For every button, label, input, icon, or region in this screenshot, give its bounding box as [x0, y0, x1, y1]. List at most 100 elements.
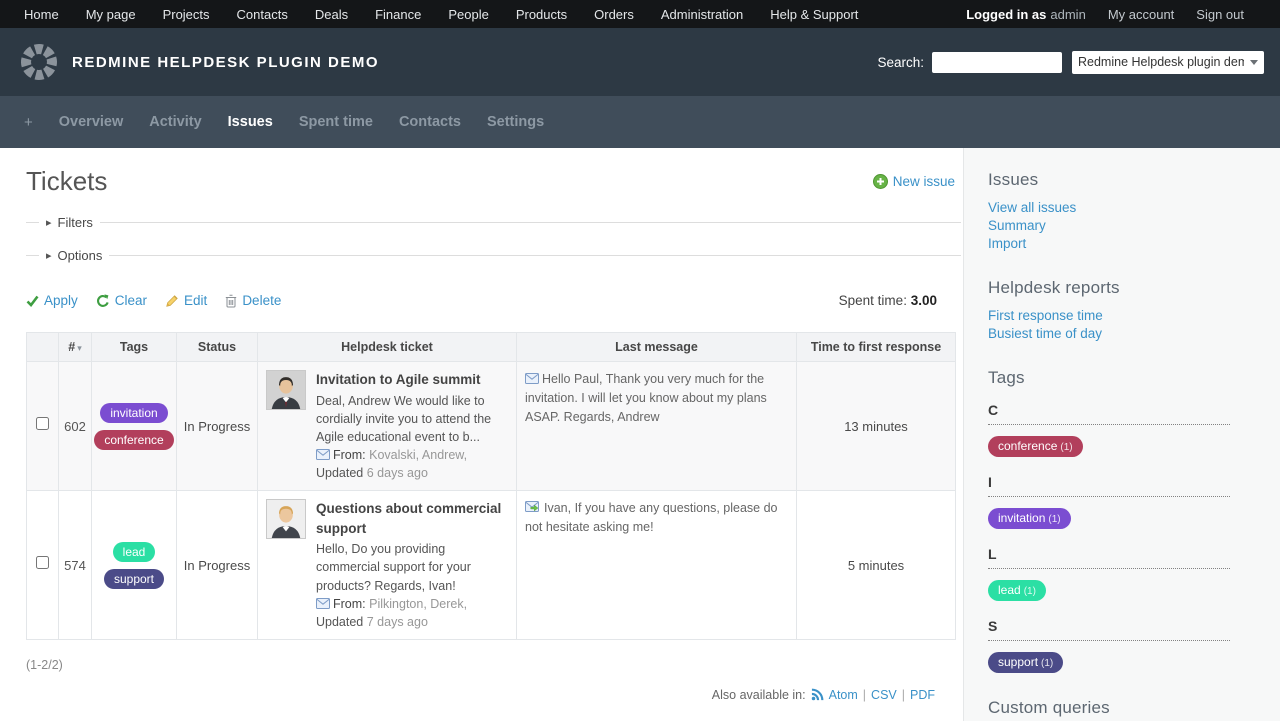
collapsed-arrow-icon: ▸ — [46, 249, 52, 262]
last-message-cell: Ivan, If you have any questions, please … — [525, 499, 787, 537]
sidebar-import-link[interactable]: Import — [988, 236, 1026, 251]
tab-activity[interactable]: Activity — [149, 114, 201, 130]
column-header-status[interactable]: Status — [177, 333, 258, 362]
rss-icon — [811, 688, 824, 701]
tag-badge: lead — [113, 542, 156, 562]
ticket-id-link[interactable]: 574 — [64, 558, 86, 573]
plus-circle-icon — [873, 174, 888, 189]
envelope-icon — [525, 373, 539, 384]
sidebar-tag-conference[interactable]: conference(1) — [988, 436, 1083, 457]
sidebar-tag-invitation[interactable]: invitation(1) — [988, 508, 1071, 529]
tab-contacts[interactable]: Contacts — [399, 114, 461, 130]
updated-ago: 6 days ago — [367, 466, 428, 480]
sidebar-first-response-time-link[interactable]: First response time — [988, 308, 1103, 323]
menu-contacts[interactable]: Contacts — [237, 7, 288, 22]
avatar — [266, 370, 306, 410]
new-issue-button[interactable]: New issue — [873, 174, 955, 189]
status-cell: In Progress — [177, 491, 258, 640]
envelope-icon — [316, 598, 330, 609]
sidebar-tag-support[interactable]: support(1) — [988, 652, 1063, 673]
sort-desc-icon: ▾ — [77, 343, 82, 353]
status-cell: In Progress — [177, 362, 258, 491]
my-account-link[interactable]: My account — [1108, 7, 1174, 22]
tab-issues[interactable]: Issues — [228, 114, 273, 130]
menu-finance[interactable]: Finance — [375, 7, 421, 22]
sidebar-custom-queries-heading: Custom queries — [988, 698, 1230, 718]
sidebar-summary-link[interactable]: Summary — [988, 218, 1046, 233]
menu-products[interactable]: Products — [516, 7, 567, 22]
project-selector-dropdown[interactable]: Redmine Helpdesk plugin demo — [1072, 51, 1264, 74]
column-header-ticket: Helpdesk ticket — [258, 333, 517, 362]
tag-group-letter: L — [988, 546, 1230, 569]
menu-projects[interactable]: Projects — [163, 7, 210, 22]
delete-button[interactable]: Delete — [225, 293, 281, 308]
menu-deals[interactable]: Deals — [315, 7, 348, 22]
tab-settings[interactable]: Settings — [487, 114, 544, 130]
select-all-header[interactable] — [27, 333, 59, 362]
sidebar-busiest-time-link[interactable]: Busiest time of day — [988, 326, 1102, 341]
sidebar-view-all-issues-link[interactable]: View all issues — [988, 200, 1076, 215]
avatar — [266, 499, 306, 539]
ticket-row-574[interactable]: 574 lead support In Progress — [27, 491, 956, 640]
spent-time-total: Spent time: 3.00 — [839, 293, 937, 308]
tab-spent-time[interactable]: Spent time — [299, 114, 373, 130]
atom-export-link[interactable]: Atom — [829, 688, 858, 702]
pencil-icon — [165, 294, 179, 308]
tag-group-letter: C — [988, 402, 1230, 425]
edit-button[interactable]: Edit — [165, 293, 207, 308]
trash-icon — [225, 294, 237, 308]
ticket-id-link[interactable]: 602 — [64, 419, 86, 434]
csv-export-link[interactable]: CSV — [871, 688, 897, 702]
updated-ago: 7 days ago — [367, 615, 428, 629]
ticket-title-link[interactable]: Invitation to Agile summit — [316, 370, 508, 390]
app-logo-icon — [16, 39, 62, 85]
global-menu: Home My page Projects Contacts Deals Fin… — [24, 7, 858, 22]
app-title: REDMINE HELPDESK PLUGIN DEMO — [72, 54, 379, 71]
collapsed-arrow-icon: ▸ — [46, 216, 52, 229]
row-checkbox[interactable] — [36, 417, 49, 430]
search-input[interactable] — [932, 52, 1062, 73]
sidebar: Issues View all issues Summary Import He… — [963, 148, 1280, 721]
tag-badge: support — [104, 569, 164, 589]
project-menu: + Overview Activity Issues Spent time Co… — [0, 96, 1280, 148]
sidebar-tags-heading: Tags — [988, 368, 1230, 388]
filters-label: Filters — [58, 215, 93, 230]
tag-badge: conference — [94, 430, 173, 450]
pdf-export-link[interactable]: PDF — [910, 688, 935, 702]
tickets-table: #▾ Tags Status Helpdesk ticket Last mess… — [26, 332, 956, 640]
menu-people[interactable]: People — [448, 7, 488, 22]
contact-link[interactable]: Pilkington, Derek, — [369, 597, 467, 611]
tab-overview[interactable]: Overview — [59, 114, 124, 130]
row-checkbox[interactable] — [36, 556, 49, 569]
column-header-id[interactable]: #▾ — [59, 333, 92, 362]
menu-my-page[interactable]: My page — [86, 7, 136, 22]
apply-button[interactable]: Apply — [26, 293, 78, 308]
search-label: Search: — [877, 55, 924, 70]
menu-administration[interactable]: Administration — [661, 7, 743, 22]
clear-button[interactable]: Clear — [96, 293, 147, 308]
sign-out-link[interactable]: Sign out — [1196, 7, 1244, 22]
project-selector-value: Redmine Helpdesk plugin demo — [1078, 55, 1244, 69]
current-user-link[interactable]: admin — [1050, 7, 1085, 22]
ticket-row-602[interactable]: 602 invitation conference In Progress — [27, 362, 956, 491]
column-header-response-time[interactable]: Time to first response — [797, 333, 956, 362]
menu-home[interactable]: Home — [24, 7, 59, 22]
ticket-excerpt: Hello, Do you providing commercial suppo… — [316, 540, 508, 594]
tag-group-letter: S — [988, 618, 1230, 641]
filters-toggle[interactable]: ▸ Filters — [26, 215, 963, 230]
column-header-tags: Tags — [92, 333, 177, 362]
contact-link[interactable]: Kovalski, Andrew, — [369, 448, 467, 462]
sidebar-issues-heading: Issues — [988, 170, 1230, 190]
reload-icon — [96, 294, 110, 308]
menu-help-support[interactable]: Help & Support — [770, 7, 858, 22]
export-formats: Also available in: Atom | CSV | PDF — [26, 688, 963, 702]
options-toggle[interactable]: ▸ Options — [26, 248, 963, 263]
add-tab-button[interactable]: + — [24, 114, 33, 131]
app-header: REDMINE HELPDESK PLUGIN DEMO Search: Red… — [0, 28, 1280, 96]
sidebar-tag-lead[interactable]: lead(1) — [988, 580, 1046, 601]
last-message-cell: Hello Paul, Thank you very much for the … — [525, 370, 787, 426]
menu-orders[interactable]: Orders — [594, 7, 634, 22]
envelope-icon — [316, 449, 330, 460]
response-time-cell: 5 minutes — [797, 491, 956, 640]
ticket-title-link[interactable]: Questions about commercial support — [316, 499, 508, 538]
